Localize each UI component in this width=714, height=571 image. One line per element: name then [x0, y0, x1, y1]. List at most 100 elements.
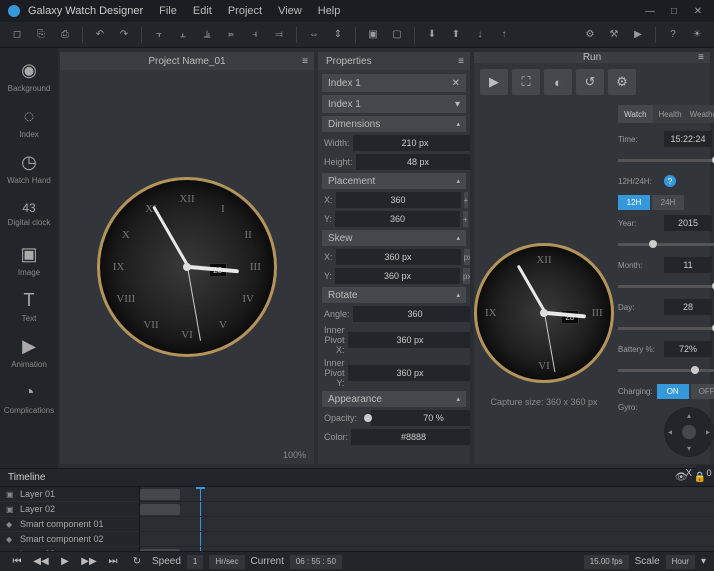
- send-backward-icon[interactable]: ↓: [469, 25, 491, 45]
- menu-file[interactable]: File: [159, 5, 177, 17]
- charging-off[interactable]: OFF: [691, 384, 714, 399]
- track-row[interactable]: [140, 532, 714, 547]
- play-button[interactable]: ▶: [480, 69, 508, 95]
- loop-button[interactable]: ↻: [128, 555, 146, 569]
- zoom-level[interactable]: 100%: [283, 450, 306, 460]
- x-input[interactable]: [336, 192, 461, 208]
- layer-row[interactable]: ▣Layer 01: [0, 487, 139, 502]
- toolbar-open[interactable]: ⎘: [30, 25, 52, 45]
- history-button[interactable]: ↺: [576, 69, 604, 95]
- section-appearance[interactable]: Appearance▴: [322, 391, 466, 407]
- bring-front-icon[interactable]: ⬆: [445, 25, 467, 45]
- month-slider[interactable]: [618, 285, 714, 288]
- align-center-icon[interactable]: ⫠: [172, 25, 194, 45]
- tab-watch[interactable]: Watch: [618, 105, 653, 123]
- group-icon[interactable]: ▣: [362, 25, 384, 45]
- speed-value[interactable]: 1: [187, 555, 203, 569]
- section-skew[interactable]: Skew▴: [322, 230, 466, 246]
- brightness-icon[interactable]: ☀: [686, 25, 708, 45]
- pivot-x-input[interactable]: [348, 332, 470, 348]
- tool-complications[interactable]: ◔Complications: [4, 376, 54, 420]
- tool-index[interactable]: ◌Index: [4, 100, 54, 144]
- 24h-toggle[interactable]: 24H: [652, 195, 684, 210]
- pivot-y-input[interactable]: [348, 365, 470, 381]
- watch-canvas[interactable]: XII III VI IX I II IV V VII VIII X XI 28: [97, 177, 277, 357]
- angle-input[interactable]: [353, 306, 470, 322]
- help-icon[interactable]: ?: [662, 25, 684, 45]
- section-rotate[interactable]: Rotate▴: [322, 287, 466, 303]
- maximize-button[interactable]: □: [666, 6, 682, 17]
- close-button[interactable]: ✕: [690, 6, 706, 17]
- track-row[interactable]: [140, 502, 714, 517]
- menu-help[interactable]: Help: [318, 5, 341, 17]
- section-placement[interactable]: Placement▴: [322, 173, 466, 189]
- contrast-button[interactable]: ◐: [544, 69, 572, 95]
- help-icon[interactable]: ?: [664, 175, 676, 187]
- gyro-dpad[interactable]: ▴ ▾ ◂ ▸: [664, 407, 714, 457]
- y-input[interactable]: [335, 211, 460, 227]
- panel-menu-icon[interactable]: ≡: [698, 52, 704, 63]
- skew-y-input[interactable]: [335, 268, 460, 284]
- width-input[interactable]: [353, 135, 470, 151]
- prev-button[interactable]: ◀◀: [32, 555, 50, 569]
- capture-button[interactable]: ⛶: [512, 69, 540, 95]
- tab-weather[interactable]: Weather: [687, 105, 714, 123]
- height-input[interactable]: [356, 154, 470, 170]
- tool-image[interactable]: ▣Image: [4, 238, 54, 282]
- skew-x-input[interactable]: [336, 249, 461, 265]
- tool-animation[interactable]: ▶Animation: [4, 330, 54, 374]
- component-select2[interactable]: Index 1▾: [322, 95, 466, 113]
- layer-row[interactable]: ◆Smart component 01: [0, 517, 139, 532]
- align-left-icon[interactable]: ⫟: [148, 25, 170, 45]
- build-icon[interactable]: ⚒: [603, 25, 625, 45]
- panel-menu-icon[interactable]: ≡: [302, 56, 308, 67]
- layer-row[interactable]: ◆Smart component 02: [0, 532, 139, 547]
- tool-text[interactable]: TText: [4, 284, 54, 328]
- rewind-button[interactable]: ⏮: [8, 555, 26, 569]
- time-slider[interactable]: [618, 159, 714, 162]
- battery-slider[interactable]: [618, 369, 714, 372]
- track-row[interactable]: [140, 547, 714, 551]
- next-button[interactable]: ▶▶: [80, 555, 98, 569]
- charging-on[interactable]: ON: [657, 384, 689, 399]
- menu-view[interactable]: View: [278, 5, 302, 17]
- run-icon[interactable]: ▶: [627, 25, 649, 45]
- align-right-icon[interactable]: ⫡: [196, 25, 218, 45]
- day-slider[interactable]: [618, 327, 714, 330]
- 12h-toggle[interactable]: 12H: [618, 195, 650, 210]
- track-row[interactable]: [140, 517, 714, 532]
- gear-button[interactable]: ⚙: [608, 69, 636, 95]
- layer-row[interactable]: ▣Layer 02: [0, 502, 139, 517]
- play-timeline-button[interactable]: ▶: [56, 555, 74, 569]
- distribute-h-icon[interactable]: ⇔: [303, 25, 325, 45]
- panel-menu-icon[interactable]: ≡: [458, 56, 464, 67]
- tool-digital-clock[interactable]: 43Digital clock: [4, 192, 54, 236]
- menu-project[interactable]: Project: [228, 5, 262, 17]
- toolbar-redo[interactable]: ↷: [113, 25, 135, 45]
- align-middle-icon[interactable]: ⫣: [244, 25, 266, 45]
- distribute-v-icon[interactable]: ⇕: [327, 25, 349, 45]
- end-button[interactable]: ⏭: [104, 555, 122, 569]
- align-top-icon[interactable]: ⫢: [220, 25, 242, 45]
- toolbar-undo[interactable]: ↶: [89, 25, 111, 45]
- component-select[interactable]: Index 1✕: [322, 74, 466, 92]
- toolbar-save[interactable]: ⎙: [54, 25, 76, 45]
- send-back-icon[interactable]: ⬇: [421, 25, 443, 45]
- color-input[interactable]: [351, 429, 470, 445]
- minimize-button[interactable]: —: [642, 6, 658, 17]
- eye-icon[interactable]: 👁: [675, 472, 688, 483]
- settings-icon[interactable]: ⚙: [579, 25, 601, 45]
- align-bottom-icon[interactable]: ⫤: [268, 25, 290, 45]
- collapse-icon[interactable]: ▾: [701, 556, 706, 567]
- year-slider[interactable]: [618, 243, 714, 246]
- scale-select[interactable]: Hour: [666, 555, 695, 569]
- section-dimensions[interactable]: Dimensions▴: [322, 116, 466, 132]
- ungroup-icon[interactable]: ▢: [386, 25, 408, 45]
- bring-forward-icon[interactable]: ↑: [493, 25, 515, 45]
- track-row[interactable]: [140, 487, 714, 502]
- toolbar-new[interactable]: ◻: [6, 25, 28, 45]
- tab-health[interactable]: Health: [653, 105, 688, 123]
- menu-edit[interactable]: Edit: [193, 5, 212, 17]
- tool-background[interactable]: ◉Background: [4, 54, 54, 98]
- lock-icon[interactable]: 🔒: [694, 472, 706, 483]
